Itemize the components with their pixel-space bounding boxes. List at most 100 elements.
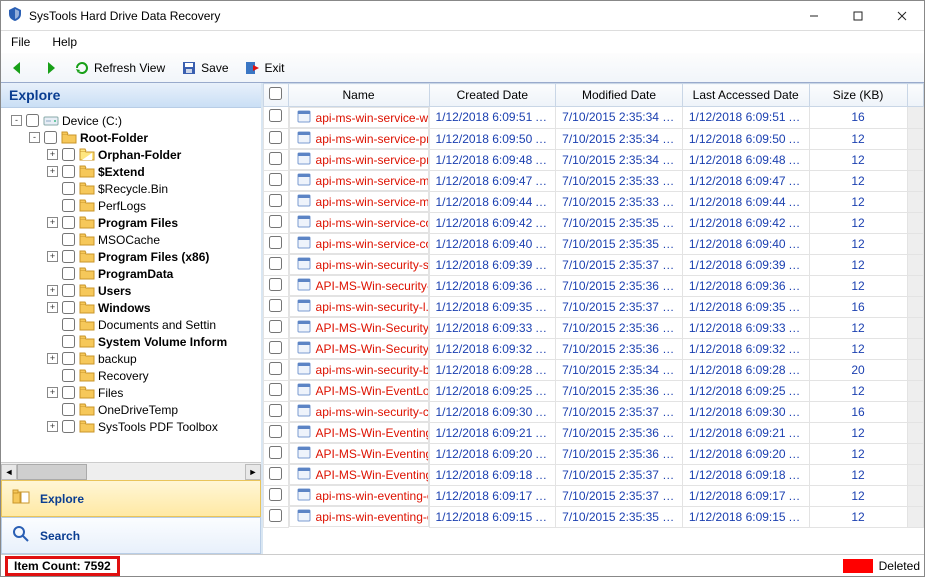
tree-checkbox[interactable] <box>62 386 75 399</box>
save-button[interactable]: Save <box>178 58 231 78</box>
row-checkbox[interactable] <box>269 488 282 501</box>
row-checkbox[interactable] <box>269 109 282 122</box>
tree-item[interactable]: System Volume Inform <box>5 333 261 350</box>
row-checkbox[interactable] <box>269 236 282 249</box>
tree-item[interactable]: +backup <box>5 350 261 367</box>
row-checkbox-cell[interactable] <box>264 191 289 212</box>
tree-checkbox[interactable] <box>62 148 75 161</box>
tree-item[interactable]: +Program Files (x86) <box>5 248 261 265</box>
row-checkbox-cell[interactable] <box>264 233 289 254</box>
tree-item[interactable]: -Device (C:) <box>5 112 261 129</box>
tree-item[interactable]: Recovery <box>5 367 261 384</box>
tree-item[interactable]: +Windows <box>5 299 261 316</box>
tree-expander[interactable]: - <box>11 115 22 126</box>
tree-checkbox[interactable] <box>62 182 75 195</box>
tree-checkbox[interactable] <box>62 335 75 348</box>
file-grid-scroll[interactable]: Name Created Date Modified Date Last Acc… <box>263 83 924 554</box>
minimize-button[interactable] <box>792 1 836 31</box>
row-checkbox-cell[interactable] <box>264 422 289 443</box>
row-checkbox-cell[interactable] <box>264 275 289 296</box>
row-checkbox[interactable] <box>269 341 282 354</box>
row-checkbox[interactable] <box>269 446 282 459</box>
row-checkbox[interactable] <box>269 320 282 333</box>
tree-checkbox[interactable] <box>62 403 75 416</box>
tree-expander[interactable]: + <box>47 149 58 160</box>
table-row[interactable]: api-ms-win-service-ma...1/12/2018 6:09:4… <box>264 170 924 191</box>
folder-tree[interactable]: -Device (C:)-Root-Folder+Orphan-Folder+$… <box>1 108 261 462</box>
tree-expander[interactable]: + <box>47 166 58 177</box>
menu-help[interactable]: Help <box>48 33 81 51</box>
tree-item[interactable]: +Files <box>5 384 261 401</box>
col-size[interactable]: Size (KB) <box>809 84 907 107</box>
nav-forward-button[interactable] <box>39 58 61 78</box>
maximize-button[interactable] <box>836 1 880 31</box>
tree-item[interactable]: +$Extend <box>5 163 261 180</box>
row-checkbox[interactable] <box>269 383 282 396</box>
row-checkbox[interactable] <box>269 425 282 438</box>
row-checkbox[interactable] <box>269 173 282 186</box>
table-row[interactable]: api-ms-win-service-pri...1/12/2018 6:09:… <box>264 149 924 170</box>
tree-item[interactable]: +Orphan-Folder <box>5 146 261 163</box>
tree-expander[interactable]: + <box>47 217 58 228</box>
explore-tab-button[interactable]: Explore <box>1 480 261 517</box>
close-button[interactable] <box>880 1 924 31</box>
exit-button[interactable]: Exit <box>242 58 288 78</box>
row-checkbox[interactable] <box>269 131 282 144</box>
table-row[interactable]: api-ms-win-security-l...1/12/2018 6:09:3… <box>264 296 924 317</box>
tree-checkbox[interactable] <box>62 267 75 280</box>
table-row[interactable]: api-ms-win-eventing-c...1/12/2018 6:09:1… <box>264 485 924 506</box>
table-row[interactable]: API-MS-Win-Eventing-...1/12/2018 6:09:20… <box>264 443 924 464</box>
row-checkbox[interactable] <box>269 362 282 375</box>
tree-item[interactable]: PerfLogs <box>5 197 261 214</box>
col-modified[interactable]: Modified Date <box>556 84 683 107</box>
row-checkbox-cell[interactable] <box>264 317 289 338</box>
tree-item[interactable]: OneDriveTemp <box>5 401 261 418</box>
nav-back-button[interactable] <box>7 58 29 78</box>
tree-item[interactable]: +Program Files <box>5 214 261 231</box>
tree-checkbox[interactable] <box>62 284 75 297</box>
tree-item[interactable]: -Root-Folder <box>5 129 261 146</box>
menu-file[interactable]: File <box>7 33 34 51</box>
row-checkbox-cell[interactable] <box>264 485 289 506</box>
row-checkbox[interactable] <box>269 404 282 417</box>
row-checkbox-cell[interactable] <box>264 149 289 170</box>
row-checkbox[interactable] <box>269 152 282 165</box>
tree-item[interactable]: +Users <box>5 282 261 299</box>
scroll-left-arrow[interactable]: ◄ <box>1 464 17 480</box>
grid-header-checkbox[interactable] <box>264 84 289 107</box>
row-checkbox[interactable] <box>269 467 282 480</box>
table-row[interactable]: api-ms-win-security-b...1/12/2018 6:09:2… <box>264 359 924 380</box>
table-row[interactable]: API-MS-Win-EventLog...1/12/2018 6:09:25 … <box>264 380 924 401</box>
row-checkbox-cell[interactable] <box>264 359 289 380</box>
row-checkbox-cell[interactable] <box>264 443 289 464</box>
tree-checkbox[interactable] <box>62 199 75 212</box>
tree-item[interactable]: ProgramData <box>5 265 261 282</box>
table-row[interactable]: api-ms-win-service-wi...1/12/2018 6:09:5… <box>264 107 924 129</box>
tree-expander[interactable]: + <box>47 387 58 398</box>
tree-horizontal-scrollbar[interactable]: ◄ ► <box>1 462 261 480</box>
table-row[interactable]: api-ms-win-service-co...1/12/2018 6:09:4… <box>264 233 924 254</box>
tree-checkbox[interactable] <box>62 233 75 246</box>
row-checkbox-cell[interactable] <box>264 296 289 317</box>
row-checkbox-cell[interactable] <box>264 254 289 275</box>
table-row[interactable]: api-ms-win-service-ma...1/12/2018 6:09:4… <box>264 191 924 212</box>
table-row[interactable]: api-ms-win-service-pri...1/12/2018 6:09:… <box>264 128 924 149</box>
col-name[interactable]: Name <box>288 84 429 107</box>
table-row[interactable]: API-MS-Win-security-...1/12/2018 6:09:36… <box>264 275 924 296</box>
row-checkbox-cell[interactable] <box>264 401 289 422</box>
row-checkbox-cell[interactable] <box>264 107 289 129</box>
row-checkbox[interactable] <box>269 509 282 522</box>
col-created[interactable]: Created Date <box>429 84 556 107</box>
table-row[interactable]: API-MS-Win-Eventing-...1/12/2018 6:09:21… <box>264 422 924 443</box>
row-checkbox-cell[interactable] <box>264 338 289 359</box>
tree-item[interactable]: +SysTools PDF Toolbox <box>5 418 261 435</box>
table-row[interactable]: API-MS-Win-Security-...1/12/2018 6:09:33… <box>264 317 924 338</box>
tree-checkbox[interactable] <box>62 420 75 433</box>
refresh-button[interactable]: Refresh View <box>71 58 168 78</box>
row-checkbox-cell[interactable] <box>264 212 289 233</box>
row-checkbox-cell[interactable] <box>264 128 289 149</box>
tree-expander[interactable]: + <box>47 353 58 364</box>
row-checkbox[interactable] <box>269 257 282 270</box>
row-checkbox[interactable] <box>269 215 282 228</box>
table-row[interactable]: API-MS-Win-Security-...1/12/2018 6:09:32… <box>264 338 924 359</box>
